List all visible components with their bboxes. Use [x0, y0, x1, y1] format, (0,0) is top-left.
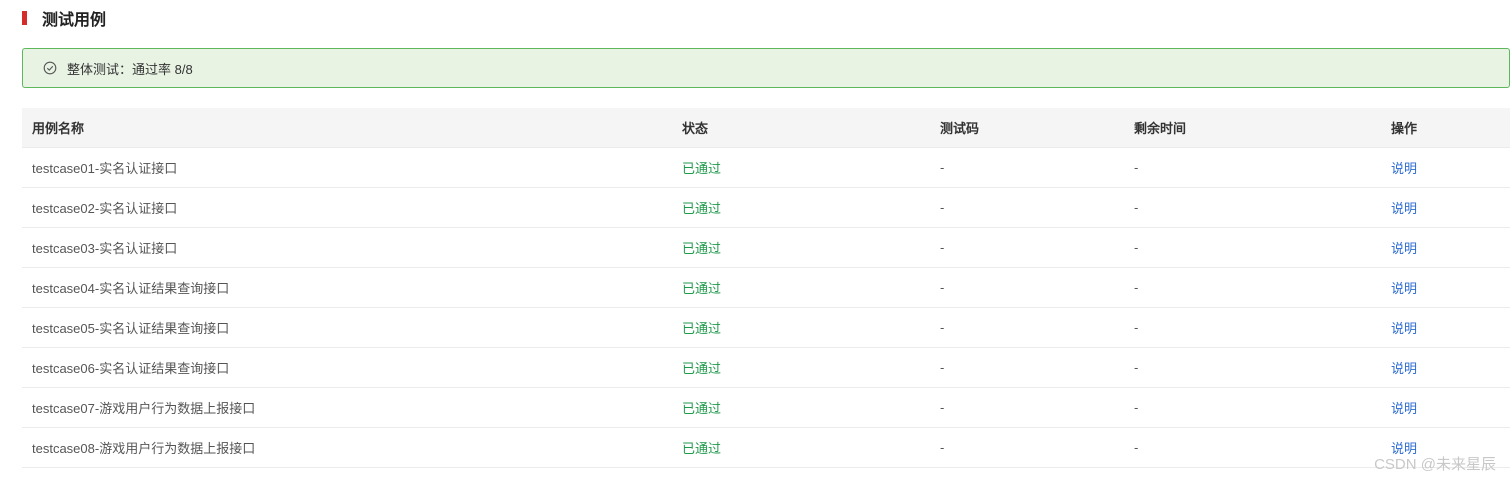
status-badge: 已通过 — [672, 227, 930, 268]
description-link[interactable]: 说明 — [1391, 161, 1417, 176]
action-cell: 说明 — [1381, 187, 1510, 228]
testcase-name: testcase01-实名认证接口 — [22, 147, 672, 188]
testcase-name: testcase06-实名认证结果查询接口 — [22, 347, 672, 388]
column-header-action: 操作 — [1381, 108, 1510, 148]
table-row: testcase05-实名认证结果查询接口 已通过 - - 说明 — [22, 307, 1510, 348]
table-row: testcase07-游戏用户行为数据上报接口 已通过 - - 说明 — [22, 387, 1510, 428]
status-badge: 已通过 — [672, 187, 930, 228]
testcase-name: testcase03-实名认证接口 — [22, 227, 672, 268]
action-cell: 说明 — [1381, 347, 1510, 388]
column-header-test-code[interactable]: 测试码 — [930, 108, 1124, 148]
table-row: testcase03-实名认证接口 已通过 - - 说明 — [22, 227, 1510, 268]
remaining-time: - — [1124, 307, 1381, 348]
test-code: - — [930, 307, 1124, 348]
test-code: - — [930, 347, 1124, 388]
action-cell: 说明 — [1381, 267, 1510, 308]
test-code: - — [930, 387, 1124, 428]
table-body: testcase01-实名认证接口 已通过 - - 说明 testcase02-实名认证接… — [22, 147, 1510, 468]
remaining-time: - — [1124, 427, 1381, 468]
status-badge: 已通过 — [672, 427, 930, 468]
summary-alert: 整体测试：通过率 8/8 — [22, 48, 1510, 88]
description-link[interactable]: 说明 — [1391, 241, 1417, 256]
remaining-time: - — [1124, 347, 1381, 388]
remaining-time: - — [1124, 147, 1381, 188]
testcase-name: testcase08-游戏用户行为数据上报接口 — [22, 427, 672, 468]
status-badge: 已通过 — [672, 387, 930, 428]
testcase-name: testcase02-实名认证接口 — [22, 187, 672, 228]
test-code: - — [930, 227, 1124, 268]
action-cell: 说明 — [1381, 147, 1510, 188]
table-row: testcase06-实名认证结果查询接口 已通过 - - 说明 — [22, 347, 1510, 388]
action-cell: 说明 — [1381, 307, 1510, 348]
test-code: - — [930, 427, 1124, 468]
description-link[interactable]: 说明 — [1391, 321, 1417, 336]
column-header-remaining-time[interactable]: 剩余时间 — [1124, 108, 1381, 148]
check-circle-icon — [43, 61, 57, 75]
remaining-time: - — [1124, 387, 1381, 428]
status-badge: 已通过 — [672, 307, 930, 348]
remaining-time: - — [1124, 267, 1381, 308]
watermark: CSDN @未来星辰 — [1374, 456, 1496, 473]
test-code: - — [930, 147, 1124, 188]
column-header-name[interactable]: 用例名称 — [22, 108, 672, 148]
testcase-name: testcase07-游戏用户行为数据上报接口 — [22, 387, 672, 428]
table-row: testcase02-实名认证接口 已通过 - - 说明 — [22, 187, 1510, 228]
testcase-name: testcase04-实名认证结果查询接口 — [22, 267, 672, 308]
table-header-row: 用例名称 状态 测试码 剩余时间 操作 — [22, 108, 1510, 148]
test-code: - — [930, 187, 1124, 228]
table-row: testcase01-实名认证接口 已通过 - - 说明 — [22, 147, 1510, 188]
section-header: 测试用例 — [22, 6, 106, 30]
summary-text: 整体测试：通过率 8/8 — [67, 61, 193, 77]
section-title: 测试用例 — [42, 12, 107, 29]
status-badge: 已通过 — [672, 267, 930, 308]
action-cell: 说明 — [1381, 387, 1510, 428]
description-link[interactable]: 说明 — [1391, 361, 1417, 376]
description-link[interactable]: 说明 — [1391, 201, 1417, 216]
testcase-table: 用例名称 状态 测试码 剩余时间 操作 testcase01-实名认证接口 已通过… — [22, 108, 1510, 468]
status-badge: 已通过 — [672, 347, 930, 388]
column-header-status[interactable]: 状态 — [672, 108, 930, 148]
testcase-name: testcase05-实名认证结果查询接口 — [22, 307, 672, 348]
action-cell: 说明 — [1381, 227, 1510, 268]
test-code: - — [930, 267, 1124, 308]
remaining-time: - — [1124, 227, 1381, 268]
table-row: testcase04-实名认证结果查询接口 已通过 - - 说明 — [22, 267, 1510, 308]
description-link[interactable]: 说明 — [1391, 401, 1417, 416]
title-accent-bar — [22, 11, 27, 25]
table-row: testcase08-游戏用户行为数据上报接口 已通过 - - 说明 — [22, 427, 1510, 468]
status-badge: 已通过 — [672, 147, 930, 188]
remaining-time: - — [1124, 187, 1381, 228]
description-link[interactable]: 说明 — [1391, 281, 1417, 296]
